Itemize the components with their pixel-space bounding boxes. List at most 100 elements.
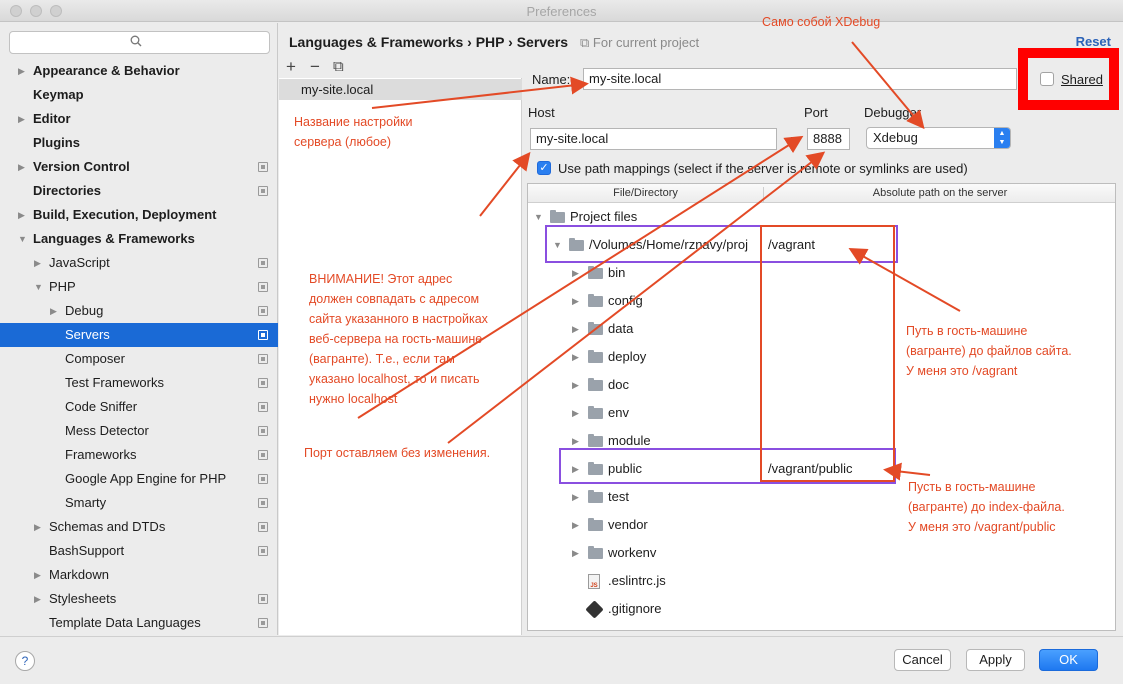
chevron-right-icon[interactable]: ▶ <box>572 315 579 343</box>
tree-item-appearance-behavior[interactable]: ▶ Appearance & Behavior <box>0 59 278 83</box>
chevron-down-icon[interactable]: ▼ <box>534 203 543 231</box>
mapping-row[interactable]: .gitignore <box>528 595 1115 623</box>
tree-item-php[interactable]: ▼ PHP <box>0 275 278 299</box>
git-file-icon <box>585 600 604 619</box>
window-title: Preferences <box>526 4 597 19</box>
tree-item-label: BashSupport <box>49 543 125 558</box>
project-scope-icon <box>258 474 268 484</box>
add-server-button[interactable]: + <box>286 57 296 77</box>
tree-item-smarty[interactable]: Smarty <box>0 491 278 515</box>
dialog-footer: ? Cancel Apply OK <box>0 636 1123 684</box>
tree-item-composer[interactable]: Composer <box>0 347 278 371</box>
copy-server-button[interactable]: ⧉ <box>333 58 344 75</box>
chevron-right-icon[interactable]: ▶ <box>572 371 579 399</box>
project-scope-icon <box>258 258 268 268</box>
tree-item-test-frameworks[interactable]: Test Frameworks <box>0 371 278 395</box>
project-scope-icon <box>258 546 268 556</box>
chevron-right-icon[interactable]: ▶ <box>18 155 28 179</box>
mapping-row[interactable]: JS .eslintrc.js <box>528 567 1115 595</box>
project-scope-icon <box>258 306 268 316</box>
chevron-right-icon[interactable]: ▶ <box>572 343 579 371</box>
help-button[interactable]: ? <box>15 651 35 671</box>
ok-button[interactable]: OK <box>1039 649 1098 671</box>
tree-item-editor[interactable]: ▶ Editor <box>0 107 278 131</box>
project-scope-icon <box>258 186 268 196</box>
chevron-down-icon[interactable]: ▼ <box>34 275 44 299</box>
tree-item-version-control[interactable]: ▶ Version Control <box>0 155 278 179</box>
tree-item-frameworks[interactable]: Frameworks <box>0 443 278 467</box>
tree-item-debug[interactable]: ▶ Debug <box>0 299 278 323</box>
port-field[interactable]: 8888 <box>807 128 850 150</box>
server-item-label: my-site.local <box>301 82 374 97</box>
tree-item-label: Smarty <box>65 495 107 510</box>
name-field[interactable]: my-site.local <box>583 68 1017 90</box>
col-file-directory[interactable]: File/Directory <box>528 187 764 203</box>
breadcrumb: Languages & Frameworks › PHP › Servers <box>289 34 569 50</box>
mapping-table-header: File/Directory Absolute path on the serv… <box>528 184 1115 203</box>
host-field[interactable]: my-site.local <box>530 128 777 150</box>
project-scope-icon <box>258 282 268 292</box>
tree-item-servers[interactable]: Servers <box>0 323 278 347</box>
tree-item-google-app-engine-for-php[interactable]: Google App Engine for PHP <box>0 467 278 491</box>
tree-item-code-sniffer[interactable]: Code Sniffer <box>0 395 278 419</box>
mapping-file-name: vendor <box>608 517 648 532</box>
chevron-right-icon[interactable]: ▶ <box>572 259 579 287</box>
tree-item-stylesheets[interactable]: ▶ Stylesheets <box>0 587 278 611</box>
tree-item-label: Template Data Languages <box>49 615 201 630</box>
title-bar: Preferences <box>0 0 1123 22</box>
port-label: Port <box>804 105 828 120</box>
tree-item-label: Servers <box>65 327 110 342</box>
reset-link[interactable]: Reset <box>1076 34 1111 49</box>
chevron-right-icon[interactable]: ▶ <box>34 515 44 539</box>
tree-item-label: Mess Detector <box>65 423 149 438</box>
note-server-name: Название настройки сервера (любое) <box>294 115 413 149</box>
debugger-select[interactable]: Xdebug ▲ ▼ <box>866 127 1011 149</box>
tree-item-label: PHP <box>49 279 76 294</box>
tree-item-label: Directories <box>33 183 101 198</box>
tree-item-label: Google App Engine for PHP <box>65 471 227 486</box>
server-toolbar: + − ⧉ <box>279 56 522 78</box>
cancel-button[interactable]: Cancel <box>894 649 951 671</box>
tree-item-languages-frameworks[interactable]: ▼ Languages & Frameworks <box>0 227 278 251</box>
tree-item-plugins[interactable]: Plugins <box>0 131 278 155</box>
project-scope-icon <box>258 594 268 604</box>
tree-item-schemas-and-dtds[interactable]: ▶ Schemas and DTDs <box>0 515 278 539</box>
server-list-item[interactable]: my-site.local <box>279 79 522 100</box>
chevron-right-icon[interactable]: ▶ <box>572 483 579 511</box>
apply-button[interactable]: Apply <box>966 649 1025 671</box>
tree-item-javascript[interactable]: ▶ JavaScript <box>0 251 278 275</box>
tree-item-template-data-languages[interactable]: Template Data Languages <box>0 611 278 635</box>
tree-item-label: Build, Execution, Deployment <box>33 207 217 222</box>
tree-item-build-execution-deployment[interactable]: ▶ Build, Execution, Deployment <box>0 203 278 227</box>
tree-item-label: Code Sniffer <box>65 399 138 414</box>
chevron-right-icon[interactable]: ▶ <box>572 539 579 567</box>
chevron-right-icon[interactable]: ▶ <box>572 287 579 315</box>
chevron-right-icon[interactable]: ▶ <box>34 563 44 587</box>
tree-item-markdown[interactable]: ▶ Markdown <box>0 563 278 587</box>
chevron-right-icon[interactable]: ▶ <box>50 299 60 323</box>
remove-server-button[interactable]: − <box>310 57 320 77</box>
tree-item-label: Frameworks <box>65 447 137 462</box>
mapping-row[interactable]: ▶ workenv <box>528 539 1115 567</box>
chevron-right-icon[interactable]: ▶ <box>18 59 28 83</box>
tree-item-directories[interactable]: Directories <box>0 179 278 203</box>
chevron-right-icon[interactable]: ▶ <box>572 399 579 427</box>
chevron-right-icon[interactable]: ▶ <box>18 107 28 131</box>
chevron-right-icon[interactable]: ▶ <box>18 203 28 227</box>
mapping-file-name: .gitignore <box>608 601 662 616</box>
tree-item-keymap[interactable]: Keymap <box>0 83 278 107</box>
tree-item-bashsupport[interactable]: BashSupport <box>0 539 278 563</box>
chevron-right-icon[interactable]: ▶ <box>572 511 579 539</box>
folder-icon <box>588 546 603 559</box>
tree-item-label: Debug <box>65 303 104 318</box>
note-index-path: Пусть в гость-машине (вагранте) до index… <box>908 480 1065 534</box>
col-server-path[interactable]: Absolute path on the server <box>765 187 1115 199</box>
tree-item-label: Markdown <box>49 567 109 582</box>
settings-search-input[interactable] <box>9 31 270 54</box>
tree-item-mess-detector[interactable]: Mess Detector <box>0 419 278 443</box>
chevron-right-icon[interactable]: ▶ <box>34 251 44 275</box>
folder-icon <box>588 490 603 503</box>
path-mappings-checkbox[interactable]: ✓ <box>537 161 551 175</box>
chevron-right-icon[interactable]: ▶ <box>34 587 44 611</box>
chevron-down-icon[interactable]: ▼ <box>18 227 28 251</box>
